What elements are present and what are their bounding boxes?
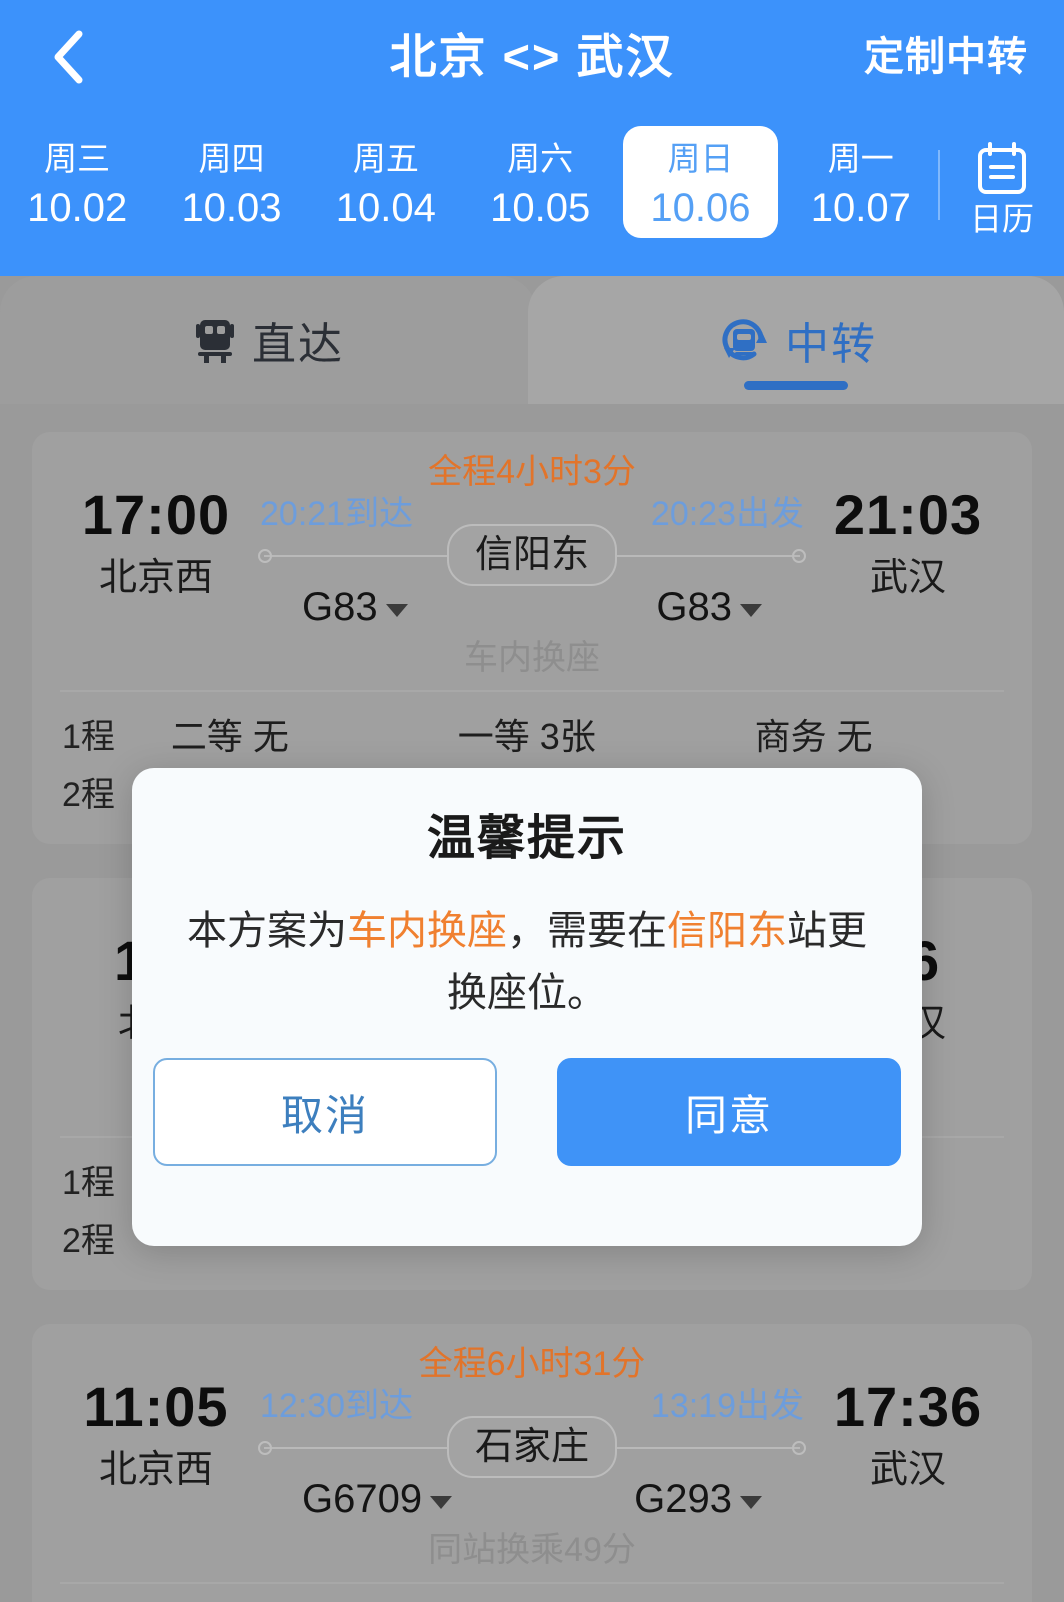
train-second-selector[interactable]: G83 [656, 584, 762, 630]
date-dow: 周三 [44, 140, 111, 177]
custom-transfer-button[interactable]: 定制中转 [864, 22, 1028, 92]
calendar-label: 日历 [969, 201, 1034, 237]
train-second-selector[interactable]: G293 [634, 1476, 762, 1522]
chevron-down-icon [385, 603, 408, 617]
app-root: 北京 <> 武汉 定制中转 周三 10.02 周四 10.03 周五 10.04… [0, 0, 1064, 1602]
business-class-seat: 商务 无 [754, 716, 873, 757]
leg-label: 1程 [62, 718, 115, 756]
route-dot-right [792, 1441, 806, 1455]
date-dow: 周四 [198, 140, 265, 177]
tab-bar: 直达 中转 [0, 276, 1064, 404]
arrive-time: 21:03 [833, 483, 983, 546]
date-item-1[interactable]: 周四 10.03 [154, 126, 308, 234]
calendar-button[interactable]: 日历 [940, 126, 1064, 238]
arrive-time: 17:36 [833, 1375, 983, 1438]
train-second-label: G83 [656, 585, 732, 629]
tab-direct[interactable]: 直达 [0, 276, 536, 404]
depart-block: 17:00 北京西 [58, 458, 254, 600]
date-value: 10.02 [27, 186, 128, 230]
second-class-seat: 二等 无 [170, 716, 289, 757]
arrive-block: 17:36 武汉 [810, 1350, 1006, 1492]
tab-transfer-label: 中转 [785, 320, 877, 369]
depart-time: 17:00 [81, 483, 231, 546]
transfer-middle: 全程6小时31分 12:30到达 13:19出发 石家庄 G6709 G293 [254, 1345, 810, 1569]
chevron-down-icon [740, 1495, 762, 1509]
date-selector: 周三 10.02 周四 10.03 周五 10.04 周六 10.05 周日 1… [0, 126, 1064, 266]
dialog-highlight-station: 信阳东 [667, 909, 787, 953]
tab-transfer[interactable]: 中转 [528, 276, 1064, 404]
depart-station: 北京西 [98, 557, 213, 599]
transfer-station-pill: 石家庄 [446, 1416, 618, 1478]
dialog-message: 本方案为车内换座，需要在信阳东站更换座位。 [177, 900, 877, 1024]
transfer-middle: 全程4小时3分 20:21到达 20:23出发 信阳东 G83 G83 车内换座 [254, 453, 810, 677]
tab-active-indicator [744, 381, 848, 390]
chevron-down-icon [430, 1495, 453, 1509]
arrive-block: 21:03 武汉 [810, 458, 1006, 600]
train-first-selector[interactable]: G83 [302, 584, 408, 630]
date-item-0[interactable]: 周三 10.02 [0, 126, 154, 234]
transfer-station-pill: 信阳东 [446, 524, 618, 586]
arrive-station: 武汉 [869, 557, 946, 599]
date-dow: 周一 [827, 140, 894, 177]
tip-dialog: 温馨提示 本方案为车内换座，需要在信阳东站更换座位。 取消 同意 [132, 768, 922, 1246]
seat-row: 1程 二等 无 一等 3张 商务 无 [62, 708, 1002, 766]
train-first-selector[interactable]: G6709 [302, 1476, 453, 1522]
date-value: 10.06 [650, 186, 751, 230]
card-route: 17:00 北京西 全程4小时3分 20:21到达 20:23出发 信阳东 G8… [32, 453, 1032, 677]
card-route: 11:05 北京西 全程6小时31分 12:30到达 13:19出发 石家庄 G… [32, 1345, 1032, 1569]
first-class-seat: 一等 3张 [457, 716, 596, 757]
arrive-station: 武汉 [869, 1449, 946, 1491]
date-value: 10.03 [181, 186, 282, 230]
cancel-button[interactable]: 取消 [153, 1058, 497, 1166]
transfer-depart-time: 20:23出发 [650, 495, 804, 533]
date-dow: 周六 [507, 140, 574, 177]
train-first-label: G83 [302, 585, 378, 629]
tab-direct-label: 直达 [252, 320, 344, 369]
train-second-label: G293 [634, 1477, 732, 1521]
navigation-bar: 北京 <> 武汉 定制中转 [0, 0, 1064, 120]
date-item-4-selected[interactable]: 周日 10.06 [623, 126, 778, 238]
dialog-highlight-transfer-type: 车内换座 [347, 909, 507, 953]
train-first-label: G6709 [302, 1477, 423, 1521]
calendar-icon [977, 142, 1026, 194]
dialog-title: 温馨提示 [426, 812, 627, 865]
train-transfer-icon [715, 312, 771, 368]
route-dot-right [792, 549, 806, 563]
date-dow: 周日 [667, 140, 734, 177]
dialog-text-part1: 本方案为 [187, 909, 347, 953]
transfer-note: 车内换座 [464, 639, 600, 677]
date-value: 10.07 [810, 186, 911, 230]
dialog-actions: 取消 同意 [153, 1058, 901, 1166]
date-value: 10.04 [335, 186, 436, 230]
train-icon [192, 316, 238, 364]
page-header: 北京 <> 武汉 定制中转 周三 10.02 周四 10.03 周五 10.04… [0, 0, 1064, 276]
depart-station: 北京西 [98, 1449, 213, 1491]
transfer-depart-time: 13:19出发 [650, 1387, 804, 1425]
chevron-down-icon [740, 603, 762, 617]
date-dow: 周五 [352, 140, 419, 177]
transfer-arrive-time: 12:30到达 [260, 1387, 414, 1425]
depart-time: 11:05 [83, 1375, 229, 1438]
date-item-2[interactable]: 周五 10.04 [309, 126, 463, 234]
date-value: 10.05 [490, 186, 591, 230]
depart-block: 11:05 北京西 [58, 1350, 254, 1492]
date-item-5[interactable]: 周一 10.07 [784, 126, 938, 234]
route-dot-left [258, 1441, 272, 1455]
total-duration: 全程4小时3分 [428, 453, 636, 491]
date-item-3[interactable]: 周六 10.05 [463, 126, 617, 234]
transfer-note: 同站换乘49分 [428, 1531, 636, 1569]
confirm-button[interactable]: 同意 [557, 1058, 901, 1166]
seat-availability: 1程 二等 无 一等 11张 商务 1张 2程 二等 无 一等 无 商务 1张 [32, 1584, 1032, 1602]
route-dot-left [258, 549, 272, 563]
transfer-card[interactable]: 11:05 北京西 全程6小时31分 12:30到达 13:19出发 石家庄 G… [32, 1324, 1032, 1602]
transfer-arrive-time: 20:21到达 [260, 495, 414, 533]
total-duration: 全程6小时31分 [418, 1345, 646, 1383]
dialog-text-part2: ，需要在 [507, 909, 667, 953]
